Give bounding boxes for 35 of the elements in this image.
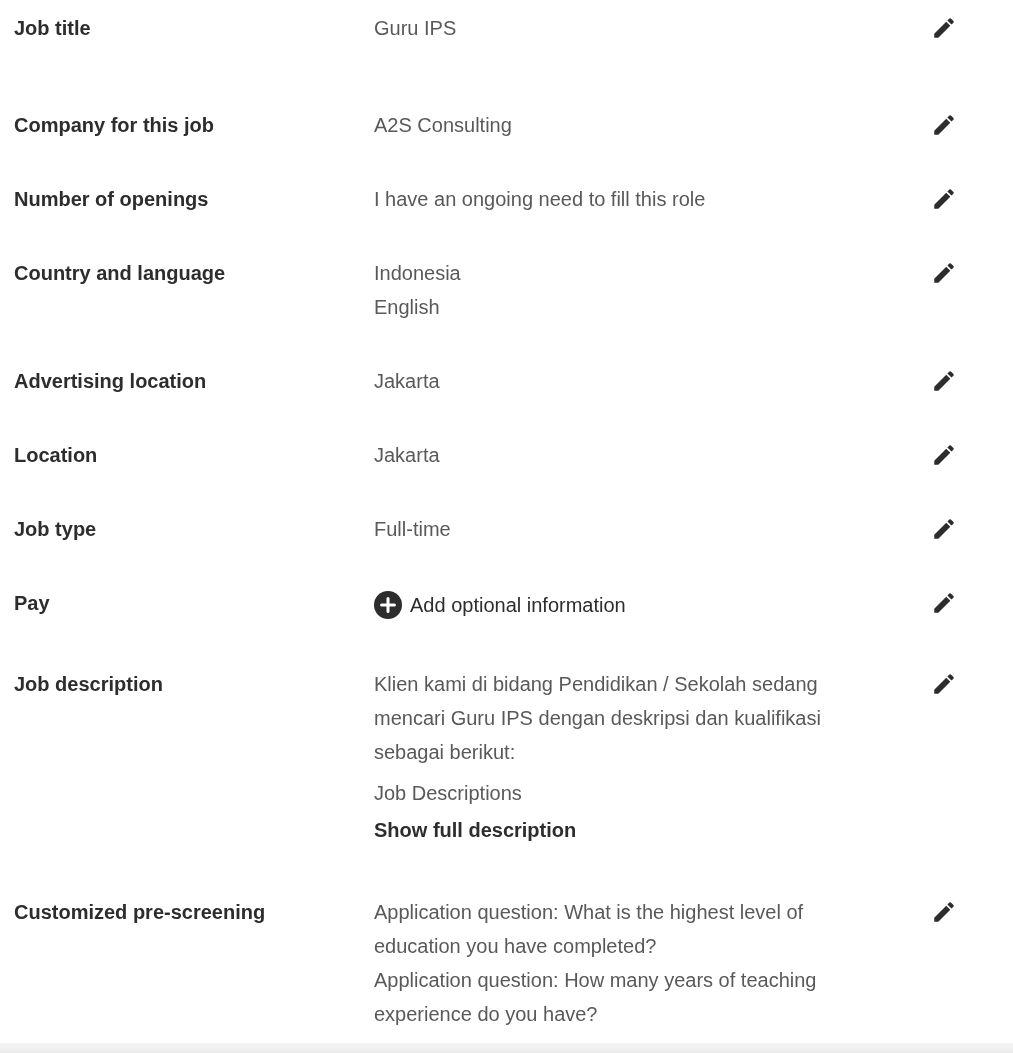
- pencil-icon: [931, 442, 957, 468]
- field-value: I have an ongoing need to fill this role: [374, 187, 707, 212]
- description-text: Job Descriptions: [374, 781, 523, 805]
- pencil-icon: [931, 112, 957, 138]
- field-label: Number of openings: [14, 187, 210, 212]
- field-value: Guru IPS: [374, 16, 458, 41]
- field-label: Job title: [14, 16, 92, 41]
- field-label: Company for this job: [14, 113, 215, 138]
- pencil-icon: [931, 671, 957, 697]
- field-label: Pay: [14, 591, 51, 616]
- pencil-icon: [931, 590, 957, 616]
- field-label: Job type: [14, 517, 98, 542]
- field-value: Indonesia: [374, 261, 462, 286]
- field-label: Job description: [14, 672, 164, 697]
- description-text: Klien kami di bidang Pendidikan / Sekolah sedang mencari Guru IPS dengan deskripsi dan kualifikasi sebagai berikut:: [374, 672, 822, 765]
- pencil-icon: [931, 516, 957, 542]
- field-value: Application question: How many years of teaching experience do you have?: [374, 968, 818, 1027]
- field-value: Jakarta: [374, 369, 441, 394]
- field-label: Location: [14, 443, 99, 468]
- pencil-icon: [931, 368, 957, 394]
- plus-icon: [374, 591, 402, 619]
- pencil-icon: [931, 186, 957, 212]
- field-value: English: [374, 295, 441, 320]
- pencil-icon: [931, 899, 957, 925]
- field-value: Full-time: [374, 517, 452, 542]
- field-value: Application question: What is the highest level of education you have completed?: [374, 900, 805, 959]
- pencil-icon: [931, 15, 957, 41]
- field-value: A2S Consulting: [374, 113, 513, 138]
- add-info-button[interactable]: Add optional information: [374, 588, 626, 622]
- field-label: Advertising location: [14, 369, 208, 394]
- field-value: Jakarta: [374, 443, 441, 468]
- pencil-icon: [931, 260, 957, 286]
- show-description-link[interactable]: Show full description: [374, 813, 577, 847]
- field-label: Country and language: [14, 261, 227, 286]
- field-label: Customized pre-screening: [14, 900, 267, 925]
